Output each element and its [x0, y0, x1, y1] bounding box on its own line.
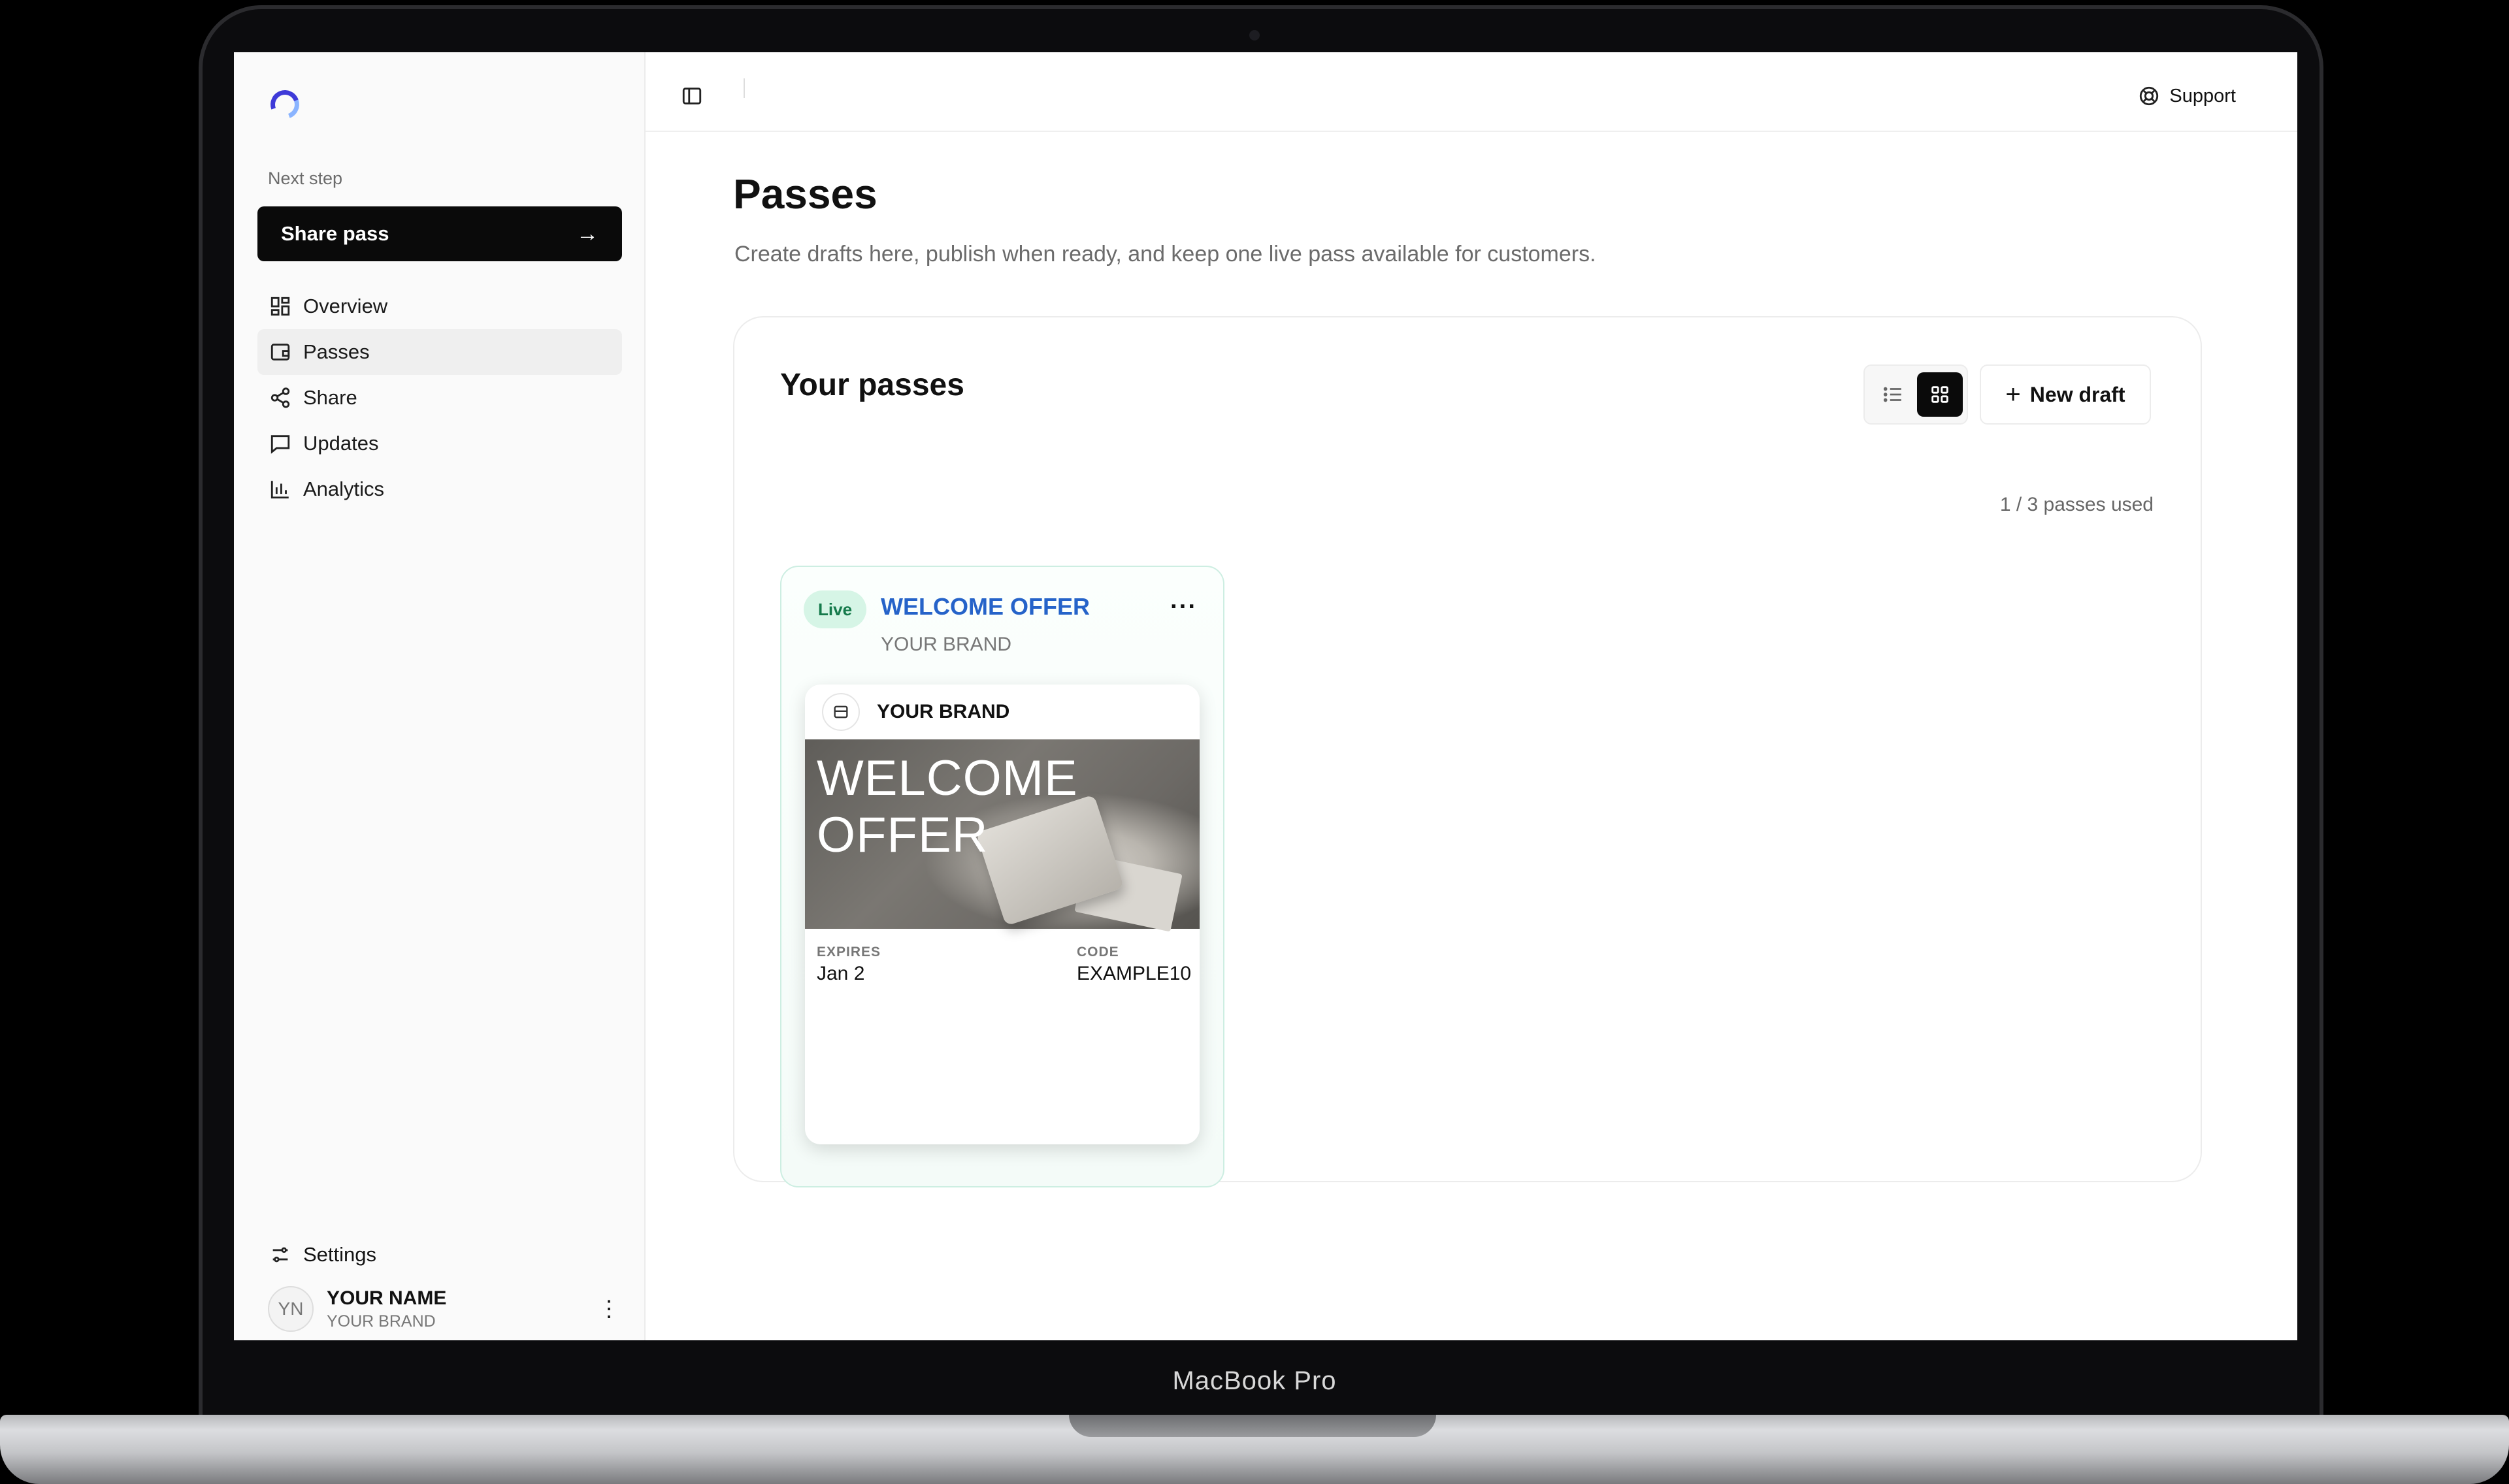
- app-screen: Next step Share pass → Overview Passes S…: [234, 52, 2297, 1340]
- page-title: Passes: [733, 170, 877, 218]
- list-view-button[interactable]: [1870, 372, 1916, 417]
- user-name: YOUR NAME: [327, 1287, 447, 1309]
- support-label: Support: [2169, 85, 2236, 106]
- lifebuoy-icon: [2140, 86, 2159, 106]
- grid-layout-icon: [271, 297, 290, 316]
- support-button[interactable]: Support: [2138, 85, 2236, 107]
- list-icon: [1883, 387, 1901, 402]
- wallet-icon: [271, 344, 290, 361]
- sidebar-item-label: Overview: [303, 295, 388, 317]
- message-icon: [271, 435, 290, 454]
- mail-icon: [834, 705, 848, 718]
- passes-card-title: Your passes: [780, 368, 964, 402]
- pass-title[interactable]: WELCOME OFFER: [881, 593, 1090, 621]
- sidebar-item-share[interactable]: Share: [257, 375, 622, 421]
- view-toggle: [1863, 364, 1968, 425]
- more-horizontal-icon[interactable]: ···: [1170, 593, 1197, 621]
- camera-dot: [1249, 30, 1260, 40]
- preview-hero-image: WELCOME OFFER: [805, 739, 1200, 932]
- grid-icon: [1931, 386, 1948, 403]
- pass-tile[interactable]: Live WELCOME OFFER YOUR BRAND ··· YOUR B…: [780, 566, 1224, 1187]
- sidebar-nav: Overview Passes Share Updates Analytics: [257, 283, 622, 512]
- code-value: EXAMPLE10: [1077, 963, 1192, 984]
- sidebar: Next step Share pass → Overview Passes S…: [234, 52, 646, 1340]
- topbar: Support: [646, 52, 2297, 132]
- sliders-icon: [272, 1247, 288, 1263]
- device-model-label: MacBook Pro: [1172, 1366, 1337, 1395]
- sidebar-item-updates[interactable]: Updates: [257, 421, 622, 466]
- sidebar-item-label: Updates: [303, 432, 379, 455]
- topbar-divider: [744, 78, 745, 98]
- sidebar-item-label: Share: [303, 386, 357, 409]
- sidebar-item-passes[interactable]: Passes: [257, 329, 622, 375]
- expires-label: EXPIRES: [817, 944, 881, 960]
- plus-icon: +: [2005, 380, 2021, 409]
- passes-card: Your passes + New draft 1 / 3 passes use…: [733, 316, 2202, 1187]
- logo-icon[interactable]: [265, 85, 304, 124]
- user-brand: YOUR BRAND: [327, 1312, 436, 1331]
- new-draft-button[interactable]: + New draft: [1980, 364, 2151, 425]
- status-badge: Live: [804, 590, 867, 628]
- pass-preview: YOUR BRAND WELCOME OFFER EXPIRES Jan 2 C…: [805, 685, 1200, 1144]
- sidebar-toggle-icon[interactable]: [681, 85, 703, 107]
- grid-view-button[interactable]: [1917, 372, 1963, 417]
- sidebar-item-settings[interactable]: Settings: [257, 1232, 622, 1278]
- laptop-notch: [1069, 1415, 1436, 1437]
- expires-value: Jan 2: [817, 963, 865, 984]
- bar-chart-icon: [271, 481, 289, 499]
- sidebar-item-label: Passes: [303, 340, 370, 363]
- preview-brand: YOUR BRAND: [877, 701, 1010, 722]
- new-draft-label: New draft: [2029, 382, 2125, 406]
- preview-header: YOUR BRAND: [805, 685, 1200, 739]
- page-subtitle: Create drafts here, publish when ready, …: [734, 242, 1596, 266]
- sidebar-item-label: Analytics: [303, 477, 385, 500]
- sidebar-item-label: Settings: [303, 1243, 377, 1266]
- pass-brand: YOUR BRAND: [881, 634, 1012, 655]
- sidebar-item-overview[interactable]: Overview: [257, 283, 622, 329]
- sidebar-item-analytics[interactable]: Analytics: [257, 466, 622, 512]
- user-profile[interactable]: YN YOUR NAME YOUR BRAND ⋮: [268, 1280, 622, 1338]
- preview-logo: [822, 693, 860, 731]
- share-pass-label: Share pass: [281, 222, 389, 245]
- avatar: YN: [268, 1286, 314, 1332]
- next-step-label: Next step: [268, 169, 343, 188]
- code-label: CODE: [1077, 944, 1119, 960]
- share-pass-button[interactable]: Share pass →: [257, 206, 622, 261]
- passes-usage: 1 / 3 passes used: [1999, 494, 2154, 515]
- arrow-right-icon: →: [576, 221, 599, 246]
- more-vertical-icon[interactable]: ⋮: [596, 1298, 622, 1320]
- share-nodes-icon: [271, 387, 290, 408]
- preview-headline: WELCOME OFFER: [817, 750, 1078, 863]
